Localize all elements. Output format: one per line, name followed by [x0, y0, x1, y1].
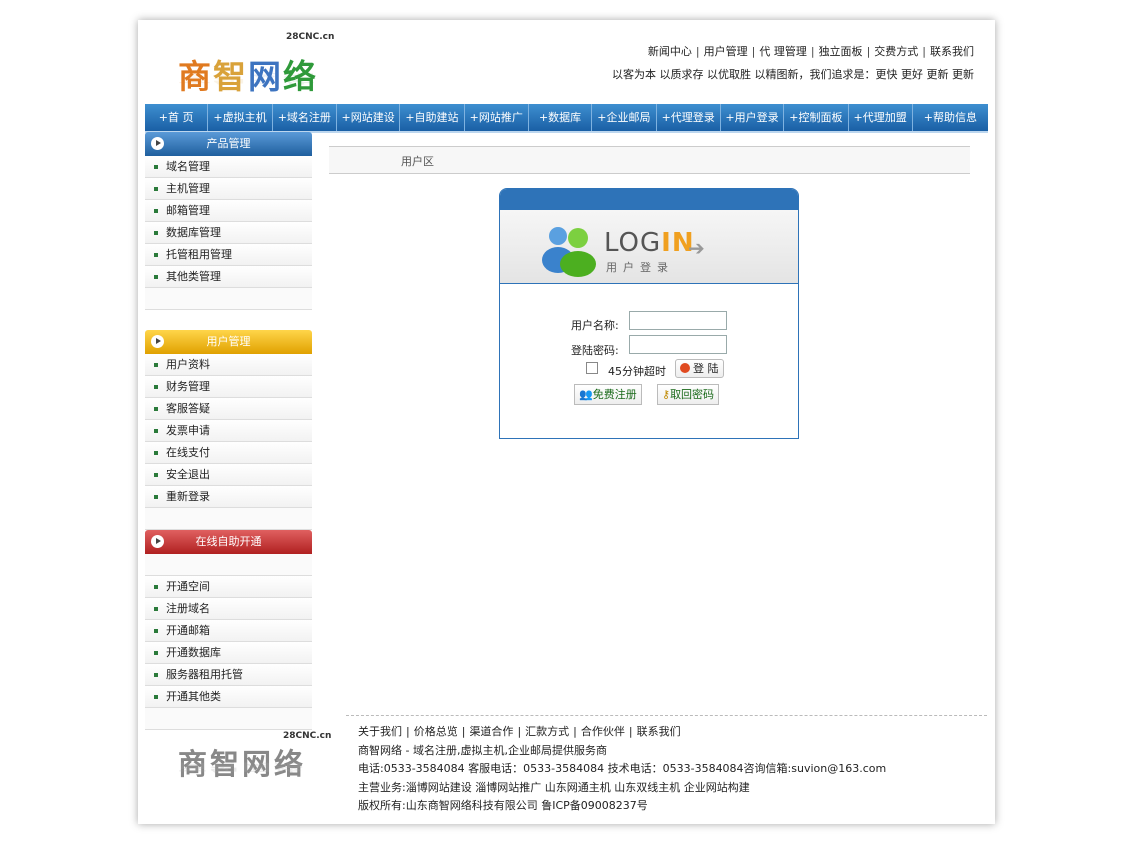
sidebar-heading-user: 用户管理 [145, 330, 312, 354]
breadcrumb: 用户区 [329, 146, 970, 174]
nav-mail[interactable]: +企业邮局 [592, 104, 657, 131]
username-label: 用户名称: [571, 319, 619, 332]
arrow-circle-icon [151, 335, 164, 348]
top-link-user-manage[interactable]: 用户管理 [704, 45, 748, 58]
nav-domain[interactable]: +域名注册 [273, 104, 337, 131]
footer-link-prices[interactable]: 价格总览 [414, 725, 458, 738]
logo-reflection: 商智网络 [178, 71, 318, 86]
page-container: 28CNC.cn 商智网络 商智网络 新闻中心 | 用户管理 | 代 理管理 | 独立面板 |… [138, 20, 995, 824]
nav-promotion[interactable]: +网站推广 [465, 104, 529, 131]
recover-password-button[interactable]: ⚷取回密码 [657, 384, 720, 405]
sidebar-spacer [145, 554, 312, 576]
breadcrumb-label: 用户区 [401, 155, 434, 168]
top-link-payment[interactable]: 交费方式 [874, 45, 918, 58]
footer-link-about[interactable]: 关于我们 [358, 725, 402, 738]
footer-line-2: 电话:0533-3584084 客服电话：0533-3584084 技术电话：0… [358, 762, 887, 775]
sidebar: 产品管理 域名管理 主机管理 邮箱管理 数据库管理 托管租用管理 其他类管理 用… [145, 132, 312, 730]
top-link-contact[interactable]: 联系我们 [930, 45, 974, 58]
sidebar-item-register-domain[interactable]: 注册域名 [145, 598, 312, 620]
sidebar-heading-label: 用户管理 [206, 335, 251, 348]
footer-logo-domain: 28CNC.cn [283, 731, 332, 741]
nav-user-login[interactable]: +用户登录 [721, 104, 785, 131]
site-logo[interactable]: 28CNC.cn 商智网络 商智网络 [176, 32, 336, 102]
register-button-label: 免费注册 [592, 388, 637, 401]
arrow-circle-icon [151, 137, 164, 150]
sidebar-item-logout[interactable]: 安全退出 [145, 464, 312, 486]
login-panel-header [500, 189, 798, 210]
password-input[interactable] [629, 335, 727, 354]
nav-control-panel[interactable]: +控制面板 [784, 104, 849, 131]
sidebar-item-server-hosting[interactable]: 服务器租用托管 [145, 664, 312, 686]
login-banner: LOGIN ➔ 用户登录 [500, 210, 798, 284]
sidebar-item-domain-manage[interactable]: 域名管理 [145, 156, 312, 178]
sidebar-item-open-mail[interactable]: 开通邮箱 [145, 620, 312, 642]
top-links: 新闻中心 | 用户管理 | 代 理管理 | 独立面板 | 交费方式 | 联系我们 [647, 45, 974, 58]
footer-link-contact[interactable]: 联系我们 [637, 725, 681, 738]
login-button-label: 登 陆 [693, 362, 719, 375]
sidebar-item-host-manage[interactable]: 主机管理 [145, 178, 312, 200]
sidebar-spacer [145, 288, 312, 310]
nav-agent-login[interactable]: +代理登录 [657, 104, 721, 131]
users-icon [542, 227, 596, 277]
sidebar-heading-online: 在线自助开通 [145, 530, 312, 554]
nav-database[interactable]: +数据库 [529, 104, 593, 131]
footer-link-channel[interactable]: 渠道合作 [469, 725, 513, 738]
footer-link-remit[interactable]: 汇款方式 [525, 725, 569, 738]
sidebar-item-online-pay[interactable]: 在线支付 [145, 442, 312, 464]
nav-web-build[interactable]: +网站建设 [337, 104, 401, 131]
recover-button-label: 取回密码 [670, 388, 715, 401]
sidebar-item-relogin[interactable]: 重新登录 [145, 486, 312, 508]
sidebar-item-db-manage[interactable]: 数据库管理 [145, 222, 312, 244]
timeout-checkbox[interactable] [586, 362, 598, 374]
sidebar-item-invoice[interactable]: 发票申请 [145, 420, 312, 442]
sidebar-item-other-manage[interactable]: 其他类管理 [145, 266, 312, 288]
footer-line-3: 主营业务:淄博网站建设 淄博网站推广 山东网通主机 山东双线主机 企业网站构建 [358, 781, 750, 794]
top-link-agent-manage[interactable]: 代 理管理 [759, 45, 807, 58]
footer-divider [346, 715, 987, 716]
login-panel: LOGIN ➔ 用户登录 用户名称: 登陆密码: 45分钟超时 登 陆 👥免费注… [499, 188, 799, 439]
sidebar-item-open-other[interactable]: 开通其他类 [145, 686, 312, 708]
username-input[interactable] [629, 311, 727, 330]
timeout-label: 45分钟超时 [608, 365, 666, 378]
arrow-circle-icon [151, 535, 164, 548]
nav-help[interactable]: +帮助信息 [913, 104, 988, 131]
main-nav: +首 页 +虚拟主机 +域名注册 +网站建设 +自助建站 +网站推广 +数据库 … [145, 104, 988, 133]
footer-line-1: 商智网络 - 域名注册,虚拟主机,企业邮局提供服务商 [358, 744, 607, 757]
nav-self-build[interactable]: +自助建站 [400, 104, 465, 131]
sidebar-heading-label: 在线自助开通 [195, 535, 262, 548]
footer-link-partners[interactable]: 合作伙伴 [581, 725, 625, 738]
login-icon [680, 363, 690, 373]
footer-logo: 28CNC.cn 商智网络 商智网络 [176, 731, 336, 801]
slogan: 以客为本 以质求存 以优取胜 以精图新，我们追求是：更快 更好 更新 更新 [612, 68, 974, 81]
sidebar-item-user-info[interactable]: 用户资料 [145, 354, 312, 376]
login-logo-text-a: LOG [604, 228, 662, 258]
sidebar-heading-product: 产品管理 [145, 132, 312, 156]
logo-domain: 28CNC.cn [286, 32, 335, 42]
password-label: 登陆密码: [571, 344, 619, 357]
nav-agent-join[interactable]: +代理加盟 [849, 104, 913, 131]
arrow-right-icon: ➔ [688, 236, 705, 260]
footer-logo-reflection: 商智网络 [178, 761, 307, 773]
sidebar-spacer [145, 508, 312, 530]
sidebar-spacer [145, 708, 312, 730]
login-subtitle: 用户登录 [606, 261, 674, 274]
register-button[interactable]: 👥免费注册 [574, 384, 642, 405]
footer-links: 关于我们 | 价格总览 | 渠道合作 | 汇款方式 | 合作伙伴 | 联系我们 [358, 725, 681, 738]
login-button[interactable]: 登 陆 [675, 359, 724, 378]
top-link-panel[interactable]: 独立面板 [819, 45, 863, 58]
sidebar-heading-label: 产品管理 [206, 137, 251, 150]
key-icon: ⚷ [662, 388, 671, 401]
footer-line-4: 版权所有:山东商智网络科技有限公司 鲁ICP备09008237号 [358, 799, 648, 812]
sidebar-item-support[interactable]: 客服答疑 [145, 398, 312, 420]
sidebar-item-mail-manage[interactable]: 邮箱管理 [145, 200, 312, 222]
nav-virtual-host[interactable]: +虚拟主机 [208, 104, 273, 131]
sidebar-item-hosting-manage[interactable]: 托管租用管理 [145, 244, 312, 266]
login-logo-text: LOGIN [604, 228, 695, 258]
top-link-news[interactable]: 新闻中心 [648, 45, 692, 58]
user-add-icon: 👥 [579, 388, 593, 401]
sidebar-item-open-space[interactable]: 开通空间 [145, 576, 312, 598]
nav-home[interactable]: +首 页 [145, 104, 209, 131]
sidebar-item-finance[interactable]: 财务管理 [145, 376, 312, 398]
sidebar-item-open-db[interactable]: 开通数据库 [145, 642, 312, 664]
